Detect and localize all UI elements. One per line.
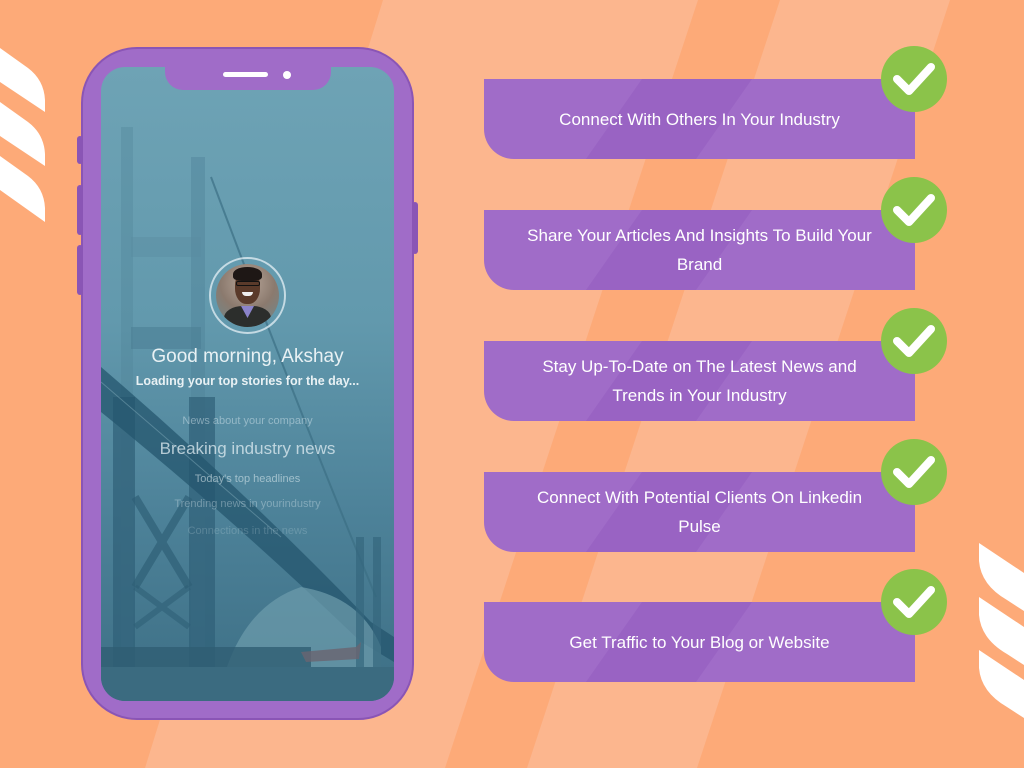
check-icon [881,177,947,243]
feature-card: Connect With Potential Clients On Linked… [484,472,915,552]
feature-text: Connect With Potential Clients On Linked… [536,488,863,536]
news-ticker-item: News about your company [182,415,313,427]
feature-card: Get Traffic to Your Blog or Website [484,602,915,682]
phone-camera [283,71,291,79]
check-icon [881,308,947,374]
news-ticker-item: Connections in the news [187,525,308,537]
feature-card: Stay Up-To-Date on The Latest News and T… [484,341,915,421]
phone-speaker [223,72,268,77]
decorative-stripes-left [0,48,45,222]
news-ticker-item-active: Breaking industry news [159,439,336,458]
feature-text: Get Traffic to Your Blog or Website [569,632,830,652]
check-icon [881,569,947,635]
feature-text: Share Your Articles And Insights To Buil… [527,226,872,274]
avatar [216,264,279,327]
check-icon [881,439,947,505]
feature-card: Connect With Others In Your Industry [484,79,915,159]
phone-notch [165,67,331,90]
news-ticker-item: Today's top headlines [194,473,301,485]
feature-card: Share Your Articles And Insights To Buil… [484,210,915,290]
loading-text: Loading your top stories for the day... [135,374,360,388]
check-icon [881,46,947,112]
decorative-stripes-right [979,543,1024,718]
greeting-text: Good morning, Akshay [151,346,344,367]
feature-text: Stay Up-To-Date on The Latest News and T… [542,357,857,405]
news-ticker-item: Trending news in yourindustry [174,498,321,510]
feature-text: Connect With Others In Your Industry [559,109,840,129]
